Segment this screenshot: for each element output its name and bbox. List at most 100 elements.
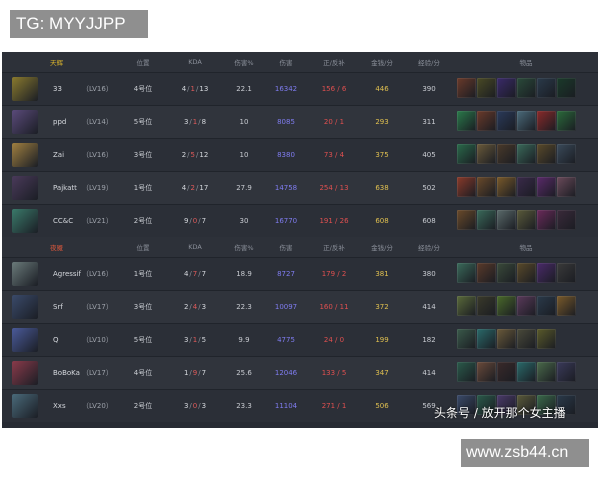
kda-deaths: 7 — [192, 270, 198, 278]
player-row[interactable]: 33 （LV16） 4号位 4/1/13 22.1 16342 156 / 6 446 390 — [2, 72, 598, 105]
player-damage-pct: 27.9 — [236, 184, 252, 192]
item-icon — [457, 177, 476, 197]
item-icon — [517, 329, 536, 349]
item-slots — [457, 263, 576, 285]
player-name: ppd — [53, 118, 67, 126]
player-row[interactable]: Q （LV10） 5号位 3/1/5 9.9 4775 24 / 0 199 182 — [2, 323, 598, 356]
player-kda: 1/9/7 — [183, 369, 207, 377]
site-overlay-label: www.zsb44.cn — [461, 439, 589, 467]
kda-assists: 7 — [201, 369, 207, 377]
player-xpm: 311 — [422, 118, 436, 126]
player-gpm: 638 — [375, 184, 389, 192]
player-gpm: 347 — [375, 369, 389, 377]
player-kda: 2/5/12 — [181, 151, 209, 159]
player-xpm: 405 — [422, 151, 436, 159]
col-xpm: 经验/分 — [418, 59, 440, 67]
kda-kills: 2 — [183, 303, 189, 311]
player-row[interactable]: BoBoKa （LV17） 4号位 1/9/7 25.6 12046 133 / 5 347 4… — [2, 356, 598, 389]
item-icon — [537, 210, 556, 230]
item-icon — [537, 144, 556, 164]
player-row[interactable]: ppd （LV14） 5号位 3/1/8 10 8085 20 / 1 293 311 — [2, 105, 598, 138]
item-icon — [557, 362, 576, 382]
player-damage: 16342 — [274, 85, 298, 93]
player-kda: 9/0/7 — [183, 217, 207, 225]
player-row[interactable]: Srf （LV17） 3号位 2/4/3 22.3 10097 160 / 11 372 414 — [2, 290, 598, 323]
player-position: 1号位 — [133, 270, 153, 278]
player-level: （LV20） — [82, 402, 113, 410]
item-icon — [477, 362, 496, 382]
item-icon — [457, 329, 476, 349]
item-icon — [537, 78, 556, 98]
hero-portrait-icon — [12, 262, 38, 286]
player-position: 3号位 — [133, 303, 153, 311]
item-icon — [517, 144, 536, 164]
player-damage: 8085 — [277, 118, 295, 126]
item-icon — [517, 263, 536, 283]
item-icon — [497, 144, 516, 164]
player-level: （LV21） — [82, 217, 113, 225]
item-slots — [457, 111, 576, 133]
player-last-hits: 24 / 0 — [323, 336, 345, 344]
player-damage-pct: 10 — [239, 118, 249, 126]
kda-kills: 3 — [183, 118, 189, 126]
player-damage-pct: 23.3 — [236, 402, 252, 410]
item-icon — [457, 78, 476, 98]
item-icon — [497, 329, 516, 349]
player-last-hits: 20 / 1 — [323, 118, 345, 126]
player-gpm: 608 — [375, 217, 389, 225]
kda-kills: 3 — [183, 402, 189, 410]
player-kda: 3/1/8 — [183, 118, 207, 126]
item-icon — [477, 78, 496, 98]
player-level: （LV10） — [82, 336, 113, 344]
hero-portrait-icon — [12, 143, 38, 167]
item-icon — [557, 144, 576, 164]
player-xpm: 182 — [422, 336, 436, 344]
player-name: BoBoKa — [53, 369, 80, 377]
player-row[interactable]: Pajkatt （LV19） 1号位 4/2/17 27.9 14758 254 / 13 6… — [2, 171, 598, 204]
item-icon — [537, 177, 556, 197]
kda-assists: 5 — [201, 336, 207, 344]
item-icon — [457, 144, 476, 164]
player-damage: 14758 — [274, 184, 298, 192]
kda-kills: 4 — [183, 270, 189, 278]
player-row[interactable]: CC&C （LV21） 2号位 9/0/7 30 16770 191 / 26 608 608 — [2, 204, 598, 237]
kda-assists: 8 — [201, 118, 207, 126]
team-name: 夜魇 — [50, 244, 63, 252]
player-last-hits: 191 / 26 — [319, 217, 349, 225]
hero-portrait-icon — [12, 77, 38, 101]
kda-assists: 3 — [201, 303, 207, 311]
item-slots — [457, 362, 576, 384]
hero-portrait-icon — [12, 110, 38, 134]
item-icon — [557, 210, 576, 230]
player-damage-pct: 9.9 — [238, 336, 250, 344]
kda-kills: 4 — [181, 184, 187, 192]
player-row[interactable]: Zai （LV16） 3号位 2/5/12 10 8380 73 / 4 375 405 — [2, 138, 598, 171]
player-xpm: 414 — [422, 303, 436, 311]
player-damage-pct: 22.1 — [236, 85, 252, 93]
player-name: Zai — [53, 151, 65, 159]
kda-deaths: 9 — [192, 369, 198, 377]
scoreboard-panel: 天辉 位置 KDA 伤害% 伤害 正/反补 金钱/分 经验/分 物品 33 （LV16） 4号位 4/1… — [2, 52, 598, 428]
item-slots — [457, 329, 556, 351]
kda-assists: 12 — [199, 151, 209, 159]
kda-deaths: 2 — [190, 184, 195, 192]
kda-kills: 9 — [183, 217, 189, 225]
kda-assists: 3 — [201, 402, 207, 410]
item-icon — [517, 78, 536, 98]
col-last-hits: 正/反补 — [323, 59, 345, 67]
player-kda: 4/7/7 — [183, 270, 207, 278]
player-row[interactable]: Agressif （LV16） 1号位 4/7/7 18.9 8727 179 / 2 381… — [2, 257, 598, 290]
player-xpm: 390 — [422, 85, 436, 93]
item-slots — [457, 210, 576, 232]
player-damage: 12046 — [274, 369, 298, 377]
player-kda: 4/2/17 — [181, 184, 209, 192]
item-icon — [497, 362, 516, 382]
player-position: 2号位 — [133, 402, 153, 410]
player-damage-pct: 18.9 — [236, 270, 252, 278]
player-level: （LV14） — [82, 118, 113, 126]
col-kda: KDA — [188, 58, 202, 66]
player-name: Pajkatt — [53, 184, 77, 192]
kda-deaths: 1 — [192, 336, 198, 344]
tg-overlay-label: TG: MYYJJPP — [10, 10, 148, 38]
item-slots — [457, 177, 576, 199]
